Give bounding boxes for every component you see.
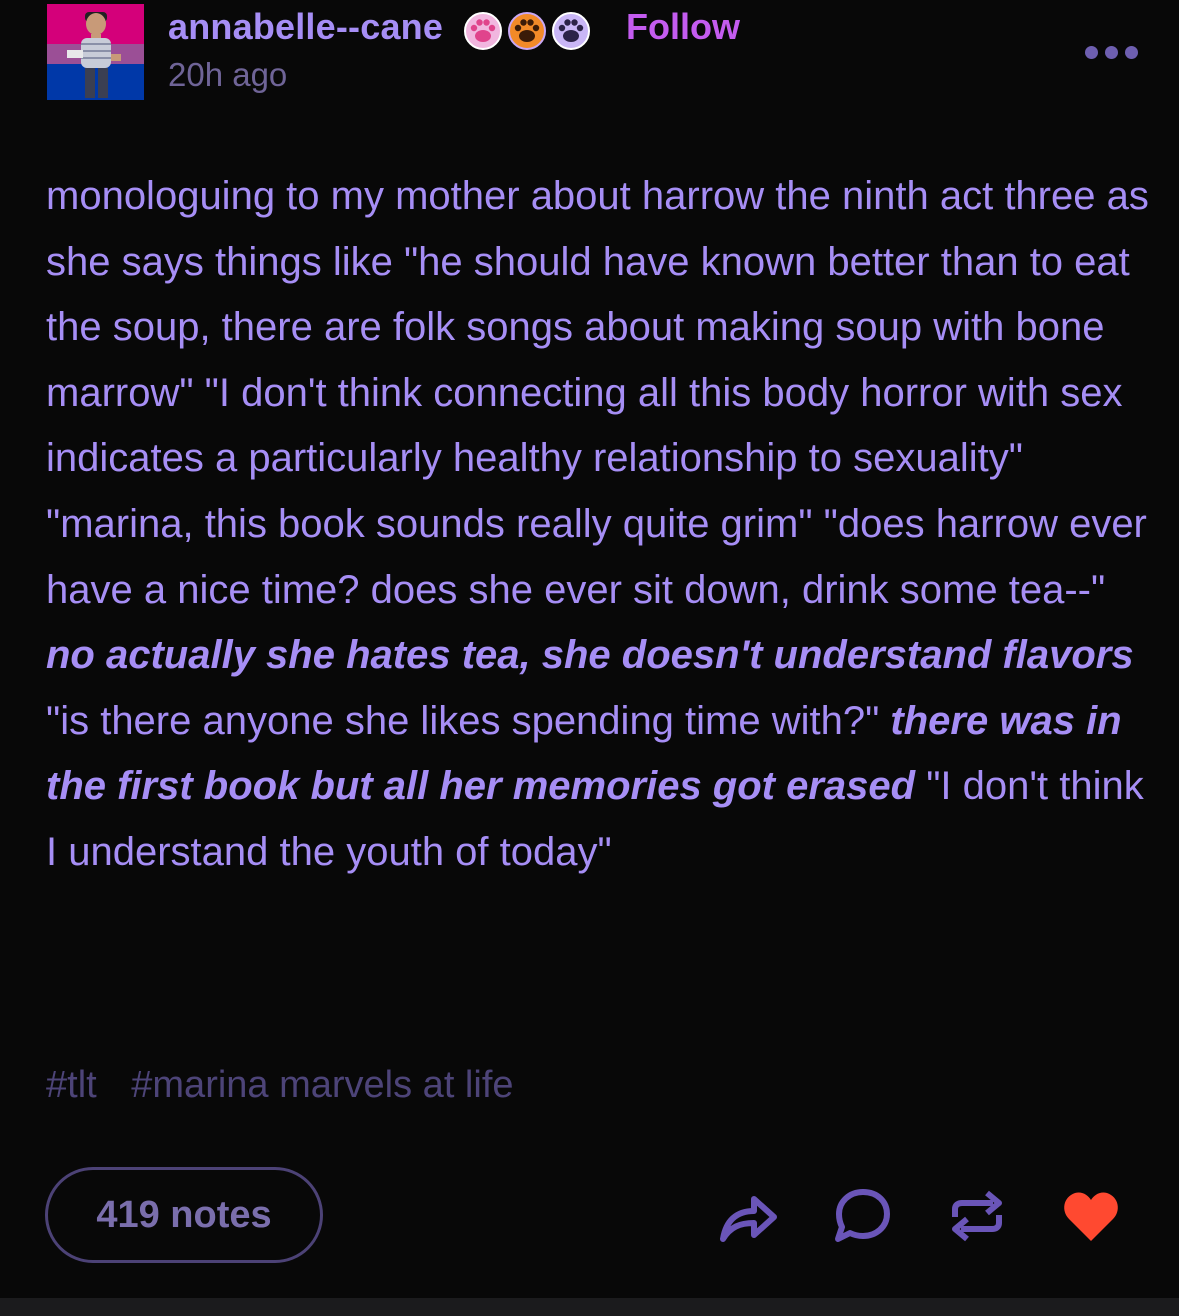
user-badges xyxy=(463,11,591,51)
avatar[interactable] xyxy=(47,4,144,100)
bottom-bar xyxy=(0,1298,1179,1316)
follow-button[interactable]: Follow xyxy=(626,6,740,48)
post-text-italic: no actually she hates tea, she doesn't u… xyxy=(46,633,1134,678)
avatar-person-image xyxy=(67,12,121,98)
purple-paw-badge-icon[interactable] xyxy=(551,11,591,51)
notes-count: 419 notes xyxy=(96,1193,272,1236)
username[interactable]: annabelle--cane xyxy=(168,6,443,48)
tag-link[interactable]: #tlt xyxy=(46,1064,97,1106)
pink-paw-badge-icon[interactable] xyxy=(463,11,503,51)
tag-link[interactable]: #marina marvels at life xyxy=(131,1064,513,1106)
notes-button[interactable]: 419 notes xyxy=(45,1167,323,1263)
post-text: monologuing to my mother about harrow th… xyxy=(46,174,1149,612)
post-view: annabelle--cane Follow 20h ago monologui… xyxy=(0,0,1179,1316)
reply-icon[interactable] xyxy=(833,1187,893,1245)
reblog-icon[interactable] xyxy=(947,1187,1007,1245)
more-options-icon[interactable] xyxy=(1083,43,1143,63)
post-timestamp: 20h ago xyxy=(168,56,288,93)
post-body: monologuing to my mother about harrow th… xyxy=(46,164,1156,886)
post-tags: #tlt #marina marvels at life xyxy=(46,1064,538,1107)
like-heart-icon[interactable] xyxy=(1061,1187,1121,1245)
share-icon[interactable] xyxy=(718,1187,778,1245)
post-text: "is there anyone she likes spending time… xyxy=(46,698,891,743)
orange-paw-badge-icon[interactable] xyxy=(507,11,547,51)
